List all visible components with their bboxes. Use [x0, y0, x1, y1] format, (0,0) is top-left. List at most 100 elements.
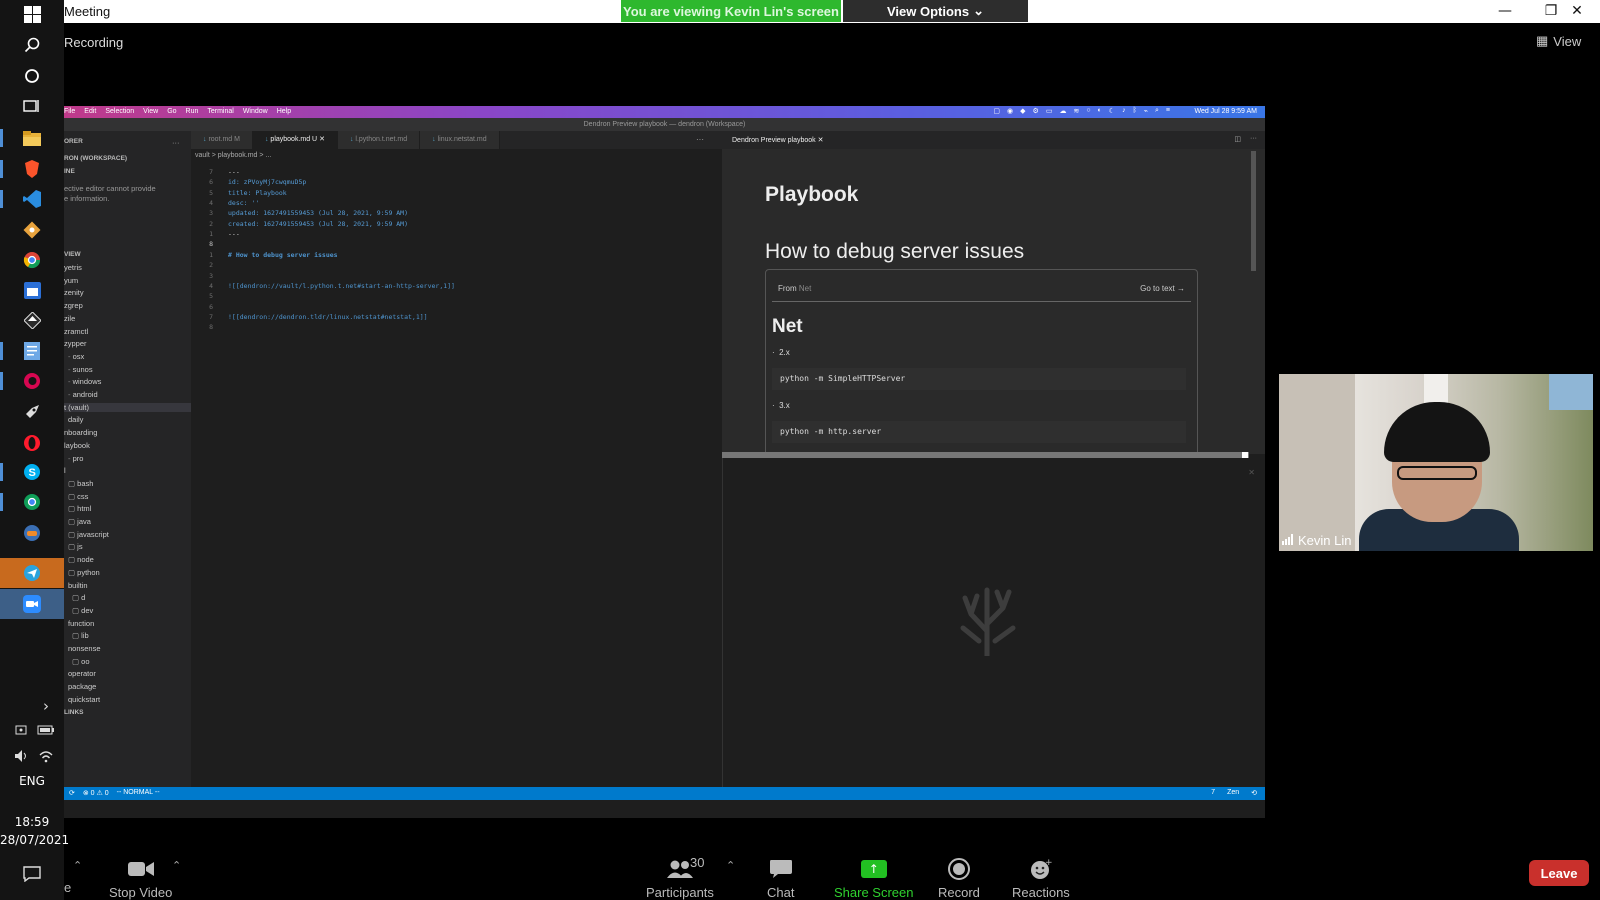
chevron-right-icon[interactable]: › [34, 694, 58, 718]
telegram-icon[interactable] [20, 561, 44, 585]
editor-tab[interactable]: ↓ linux.netstat.md [420, 131, 500, 149]
stop-video-button[interactable]: Stop Video [109, 855, 172, 900]
wifi-icon[interactable] [34, 744, 58, 768]
tree-item[interactable]: ▢ bash [68, 479, 93, 488]
tree-item[interactable]: laybook [64, 441, 90, 450]
tree-view-header[interactable]: VIEW [64, 251, 81, 258]
mac-menu-item[interactable]: Edit [84, 108, 96, 115]
game-app-icon[interactable] [20, 521, 44, 545]
tree-item[interactable]: - sunos [68, 365, 93, 374]
go-to-text-link[interactable]: Go to text → [1140, 284, 1185, 293]
notepad-app-icon[interactable] [20, 339, 44, 363]
editor-tab[interactable]: ↓ playbook.md U ✕ [252, 131, 338, 149]
code-line[interactable]: 2 created: 1627491559453 (Jul 28, 2021, 9… [191, 220, 722, 230]
tree-item[interactable]: t (vault) [64, 402, 191, 412]
problems-indicator[interactable]: ⊗ 0 ⚠ 0 [83, 789, 109, 797]
windows-start-icon[interactable] [20, 2, 44, 26]
reactions-button[interactable]: + Reactions [1012, 855, 1070, 900]
volume-icon[interactable] [10, 744, 34, 768]
tree-item[interactable]: zypper [64, 339, 87, 348]
code-line[interactable]: 4 desc: '' [191, 199, 722, 209]
close-icon[interactable]: ✕ [1554, 0, 1600, 22]
mac-menu-item[interactable]: View [143, 108, 158, 115]
zoom-app-icon[interactable] [20, 592, 44, 616]
search-icon[interactable] [20, 33, 44, 57]
code-line[interactable]: 1 --- [191, 230, 722, 240]
shared-screen[interactable]: File Edit Selection View Go Run Terminal Window… [64, 106, 1265, 818]
tree-item[interactable]: ▢ dev [72, 606, 93, 615]
view-button[interactable]: ▦ View [1536, 33, 1581, 49]
notification-icon[interactable] [20, 862, 44, 886]
tree-item[interactable]: operator [68, 669, 96, 678]
chat-button[interactable]: Chat [767, 855, 794, 900]
line-indicator[interactable]: 7 [1211, 789, 1215, 797]
code-line[interactable]: 3 updated: 1627491559453 (Jul 28, 2021, 9… [191, 209, 722, 219]
tree-item[interactable]: l [64, 466, 66, 475]
scrollbar-thumb[interactable] [1251, 151, 1256, 271]
tree-item[interactable]: ▢ js [68, 542, 83, 551]
tree-item[interactable]: zgrep [64, 301, 83, 310]
tree-item[interactable]: function [68, 619, 94, 628]
participant-video[interactable]: Kevin Lin [1279, 374, 1593, 551]
mac-menu-item[interactable]: File [64, 108, 75, 115]
participants-options-caret-icon[interactable]: ⌃ [726, 859, 735, 872]
view-options-button[interactable]: View Options ⌄ [843, 0, 1028, 22]
editor-tab[interactable]: ↓ root.md M [191, 131, 253, 149]
code-line[interactable]: 3 [191, 272, 722, 282]
tree-item[interactable]: - windows [68, 377, 101, 386]
task-view-icon[interactable] [20, 94, 44, 118]
tree-item[interactable]: ▢ oo [72, 657, 90, 666]
empty-editor-group[interactable]: ✕ [722, 458, 1265, 793]
tree-item[interactable]: daily [68, 415, 83, 424]
preview-scrollbar[interactable] [1245, 149, 1265, 454]
code-line[interactable]: 6 id: zPVoyMj7cwqmuD5p [191, 178, 722, 188]
more-icon[interactable]: ··· [172, 138, 180, 147]
record-button[interactable]: Record [938, 855, 980, 900]
notification-bell-icon[interactable]: ⟲ [1251, 789, 1257, 797]
file-explorer-icon[interactable] [20, 126, 44, 150]
mute-button-edge[interactable]: e [64, 880, 71, 895]
tree-item[interactable]: ▢ css [68, 492, 88, 501]
tree-item[interactable]: - osx [68, 352, 84, 361]
code-editor[interactable]: 7 --- 6 id: zPVoyMj7cwqmuD5p 5 title: Playboo… [191, 162, 722, 793]
editor-tab[interactable]: ↓ l.python.t.net.md [337, 131, 421, 149]
audio-options-caret-icon[interactable]: ⌃ [73, 859, 82, 872]
code-line[interactable]: 1 # How to debug server issues [191, 251, 722, 261]
code-line[interactable]: 5 title: Playbook [191, 189, 722, 199]
code-line[interactable]: 5 [191, 292, 722, 302]
backlinks-header[interactable]: LINKS [64, 709, 84, 716]
more-actions-icon[interactable]: ··· [1250, 135, 1257, 142]
brave-browser-icon[interactable] [20, 157, 44, 181]
tree-item[interactable]: yum [64, 276, 78, 285]
debian-app-icon[interactable] [20, 369, 44, 393]
outline-header[interactable]: INE [64, 168, 75, 175]
code-line[interactable]: 4 ![[dendron://vault/l.python.t.net#start… [191, 282, 722, 292]
rocket-app-icon[interactable] [20, 400, 44, 424]
tree-item[interactable]: zenity [64, 288, 84, 297]
code-line[interactable]: 7 ![[dendron://dendron.tldr/linux.netstat… [191, 313, 722, 323]
tree-item[interactable]: ▢ python [68, 568, 100, 577]
preview-tab[interactable]: Dendron Preview playbook ✕ [732, 136, 824, 144]
code-line[interactable]: 8 [191, 240, 722, 250]
code-line[interactable]: 6 [191, 303, 722, 313]
tree-item[interactable]: zramctl [64, 327, 88, 336]
tree-item[interactable]: ▢ lib [72, 631, 89, 640]
mac-menu-item[interactable]: Help [277, 108, 291, 115]
close-icon[interactable]: ✕ [818, 137, 824, 144]
tree-item[interactable]: - pro [68, 454, 83, 463]
mac-menu-item[interactable]: Terminal [207, 108, 233, 115]
tree-item[interactable]: yetris [64, 263, 82, 272]
meet-now-icon[interactable] [10, 718, 34, 742]
tree-item[interactable]: package [68, 682, 96, 691]
minimize-icon[interactable]: — [1482, 0, 1528, 22]
tree-item[interactable]: ▢ java [68, 517, 91, 526]
vscode-icon[interactable] [20, 187, 44, 211]
split-editor-icon[interactable]: ◫ [1234, 135, 1241, 143]
workspace-header[interactable]: RON (WORKSPACE) [64, 155, 127, 162]
git-app-icon[interactable] [20, 218, 44, 242]
chrome-profile-icon[interactable] [20, 490, 44, 514]
tree-item[interactable]: ▢ d [72, 593, 85, 602]
tree-item[interactable]: ▢ node [68, 555, 94, 564]
zen-mode-indicator[interactable]: Zen [1227, 789, 1239, 797]
code-line[interactable]: 8 [191, 323, 722, 333]
